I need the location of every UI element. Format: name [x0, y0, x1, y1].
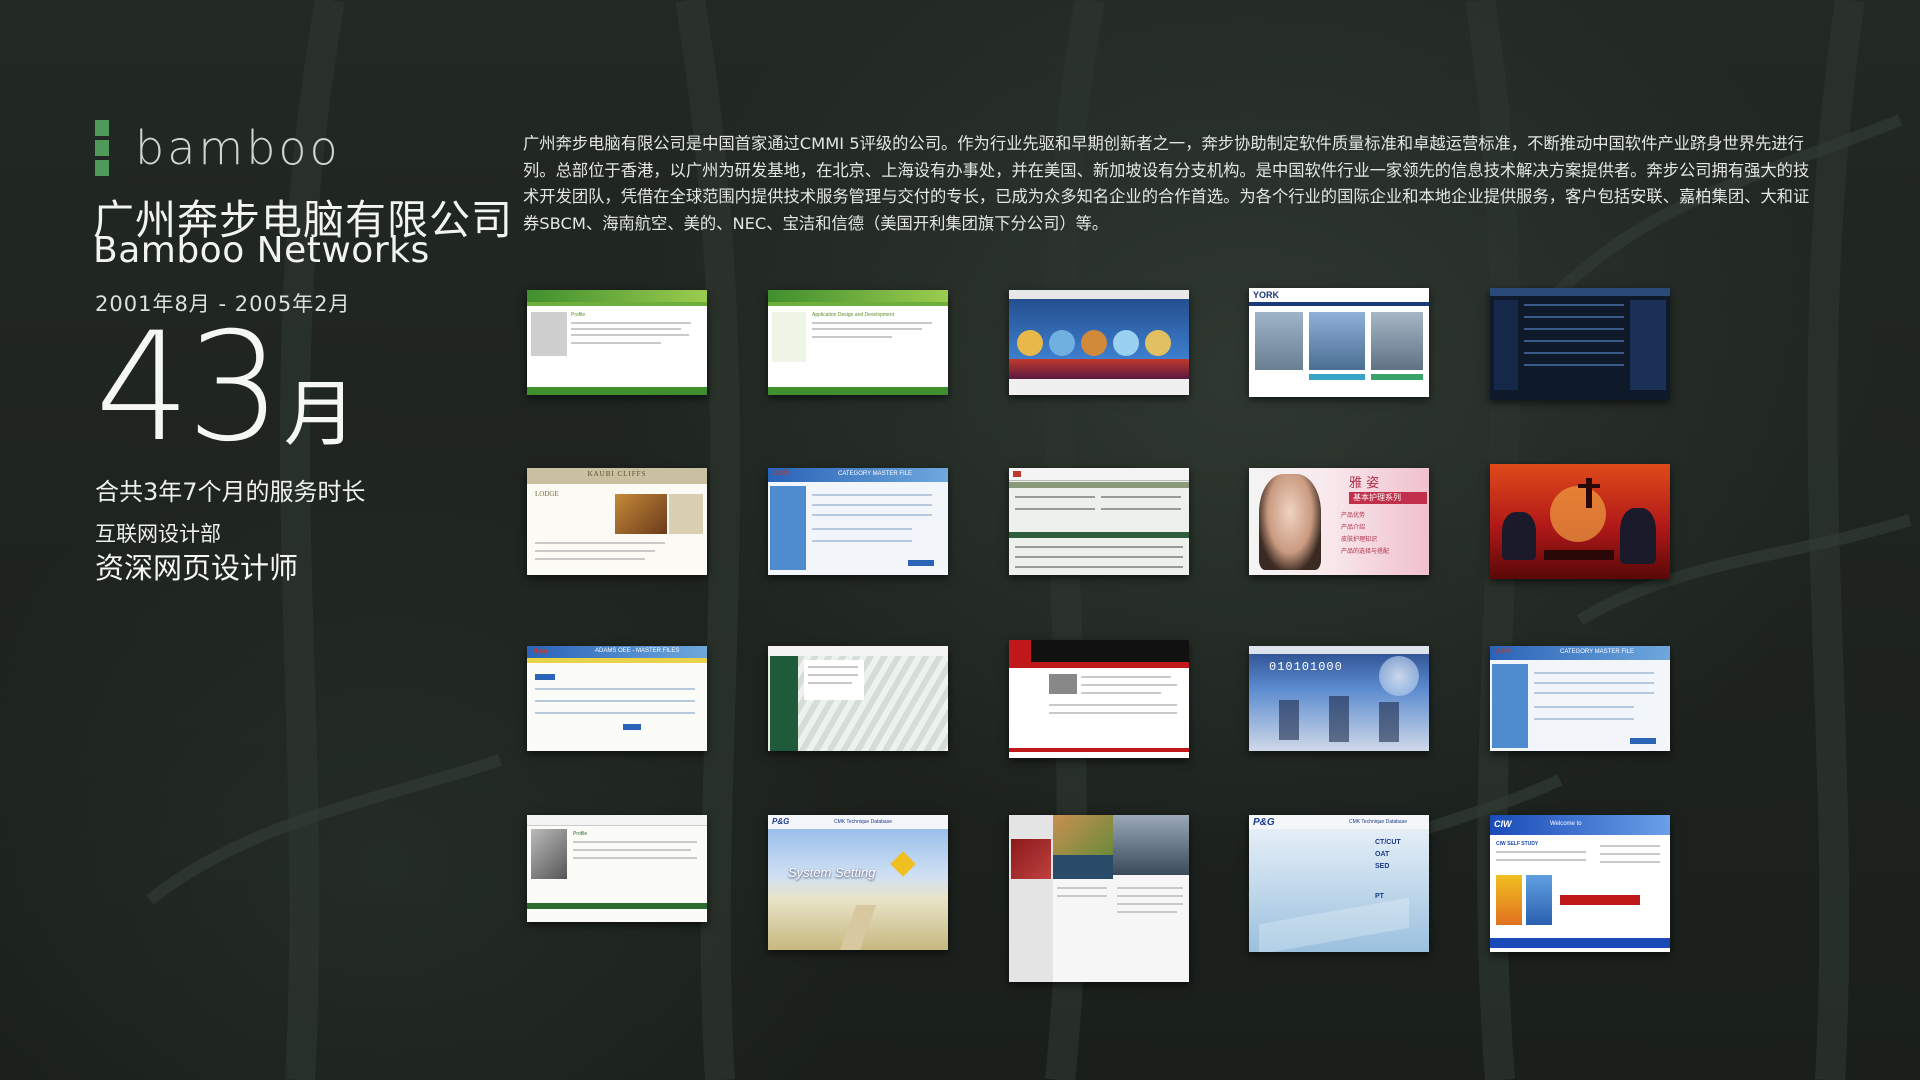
portfolio-thumbnail[interactable]: P&G CMK Technique Database System Settin… — [768, 815, 948, 950]
portfolio-thumbnail[interactable] — [1490, 288, 1670, 400]
thumb-brand: YORK — [1253, 290, 1280, 300]
portfolio-thumbnail[interactable] — [1009, 290, 1189, 395]
thumb-header: ADAMS OEE - MASTER FILES — [595, 648, 680, 654]
thumb-menu-item: PT — [1375, 893, 1384, 900]
logo-wordmark: bamboo — [135, 121, 341, 175]
portfolio-thumbnail[interactable] — [1490, 464, 1670, 579]
thumb-header: CATEGORY MASTER FILE — [838, 471, 913, 477]
portfolio-thumbnail[interactable]: YORK — [1249, 288, 1429, 397]
portfolio-thumbnail[interactable]: Application Design and Development — [768, 290, 948, 395]
thumb-brand: Asia — [774, 470, 789, 477]
portfolio-thumbnail[interactable]: Profile — [527, 815, 707, 922]
thumb-header: KAUBI CLIFFS — [587, 470, 647, 478]
portfolio-thumbnail[interactable] — [1009, 640, 1189, 758]
portfolio-thumbnail[interactable]: Asia ADAMS OEE - MASTER FILES — [527, 646, 707, 751]
thumb-heading: Profile — [573, 831, 588, 837]
thumb-section: CIW SELF STUDY — [1496, 841, 1539, 847]
thumb-headline: 基本护理系列 — [1353, 493, 1401, 502]
portfolio-thumbnail[interactable]: CIW Welcome to CIW SELF STUDY — [1490, 815, 1670, 952]
thumb-menu-item: CT/CUT — [1375, 839, 1401, 846]
portfolio-thumbnail[interactable] — [1009, 468, 1189, 575]
thumb-item: 产品优势 — [1341, 512, 1366, 519]
portfolio-thumbnail[interactable]: Asia CATEGORY MASTER FILE — [1490, 646, 1670, 751]
thumb-brand: Asia — [1496, 648, 1511, 655]
thumb-brand: CIW — [1494, 819, 1512, 829]
thumb-brand: P&G — [772, 817, 790, 826]
portfolio-thumbnail[interactable]: 010101000 — [1249, 646, 1429, 751]
thumb-heading: LODGE — [535, 490, 559, 498]
portfolio-thumbnail[interactable] — [768, 646, 948, 751]
duration-unit: 月 — [283, 372, 356, 456]
thumb-header: CATEGORY MASTER FILE — [1560, 649, 1635, 655]
portfolio-thumbnail[interactable]: 雅 姿 基本护理系列 产品优势 产品介绍 皮肤护理知识 产品的选择与搭配 — [1249, 468, 1429, 575]
service-duration-text: 合共3年7个月的服务时长 — [95, 478, 366, 506]
thumb-header: Welcome to — [1550, 821, 1582, 827]
company-name-en: Bamboo Networks — [93, 230, 430, 271]
job-title: 资深网页设计师 — [95, 551, 299, 585]
bamboo-logo: bamboo — [95, 120, 341, 176]
portfolio-thumbnail[interactable] — [1009, 815, 1189, 982]
thumb-menu-item: OAT — [1375, 851, 1390, 858]
thumb-headline: System Setting — [788, 865, 876, 880]
thumb-banner: 010101000 — [1269, 660, 1343, 674]
duration-display: 43 月 — [95, 301, 356, 475]
thumb-heading: Application Design and Development — [812, 312, 894, 318]
portfolio-thumbnail[interactable]: Profile — [527, 290, 707, 395]
thumb-item: 皮肤护理知识 — [1341, 536, 1378, 543]
duration-number: 43 — [95, 301, 282, 475]
thumb-menu-item: SED — [1375, 863, 1390, 870]
company-description: 广州奔步电脑有限公司是中国首家通过CMMI 5评级的公司。作为行业先驱和早期创新… — [523, 134, 1810, 233]
department: 互联网设计部 — [95, 522, 221, 546]
thumb-heading: Profile — [571, 312, 586, 318]
logo-mark-icon — [95, 120, 109, 176]
portfolio-thumbnail[interactable]: Asia CATEGORY MASTER FILE — [768, 468, 948, 575]
thumb-item: 产品介绍 — [1341, 524, 1366, 531]
portfolio-thumbnail[interactable]: P&G CMK Technique Database CT/CUT OAT SE… — [1249, 815, 1429, 952]
thumb-header: CMK Technique Database — [1349, 819, 1407, 825]
thumb-brand: 雅 姿 — [1349, 476, 1380, 491]
portfolio-thumbnail[interactable]: KAUBI CLIFFS LODGE — [527, 468, 707, 575]
thumb-brand: Asia — [533, 648, 548, 655]
thumb-item: 产品的选择与搭配 — [1341, 548, 1390, 555]
thumb-header: CMK Technique Database — [834, 819, 892, 825]
thumb-brand: P&G — [1253, 817, 1275, 828]
